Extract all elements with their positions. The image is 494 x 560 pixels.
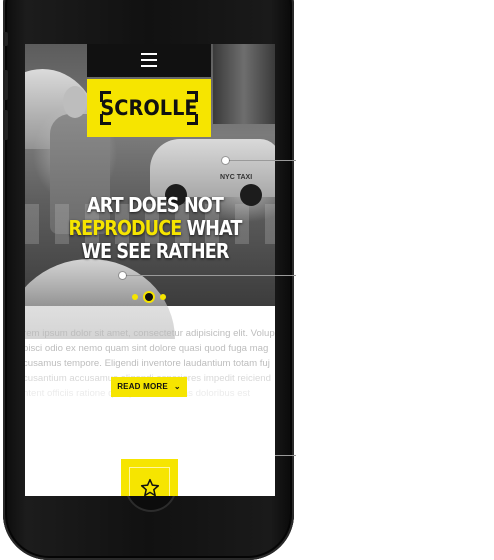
mute-switch <box>3 32 8 46</box>
callout-line-middle <box>123 275 296 276</box>
chevron-down-icon: ⌄ <box>173 382 181 391</box>
headline-highlight: REPRODUCE <box>68 216 182 240</box>
hamburger-menu-icon[interactable] <box>141 53 157 67</box>
phone-screen: NYC TAXI SCROLLE ART DOES NOT REPRODUCE … <box>25 44 275 496</box>
slider-dot-3[interactable] <box>160 294 166 300</box>
star-icon <box>140 478 160 496</box>
taxi-wheel <box>240 184 262 206</box>
logo-text: SCROLLE <box>100 96 198 120</box>
hero-headline: ART DOES NOT REPRODUCE WHAT WE SEE RATHE… <box>67 194 243 263</box>
volume-down-button <box>3 110 8 140</box>
read-more-button[interactable]: READ MORE ⌄ <box>111 377 187 397</box>
headline-line-3: WE SEE RATHER <box>81 239 229 263</box>
body-line: cusamus tempore. Eligendi inventore laud… <box>25 358 270 369</box>
callout-dot-middle <box>119 272 126 279</box>
top-nav-bar <box>87 44 211 77</box>
woman-head <box>63 86 87 118</box>
headline-line-2-rest: WHAT <box>181 216 243 240</box>
callout-dot-top <box>222 157 229 164</box>
headline-line-2: REPRODUCE WHAT <box>67 217 243 240</box>
body-line: pisci odio ex nemo quam sint dolore quas… <box>25 343 269 354</box>
read-more-label: READ MORE <box>117 382 168 391</box>
headline-line-1: ART DOES NOT <box>86 193 224 217</box>
star-feature-button[interactable] <box>121 459 178 496</box>
volume-up-button <box>3 70 8 100</box>
taxi-label: NYC TAXI <box>220 174 253 181</box>
slider-dot-1[interactable] <box>132 294 138 300</box>
body-line: rem ipsum dolor sit amet, consectetur ad… <box>25 328 275 339</box>
callout-line-top <box>226 160 296 161</box>
slider-dot-2-active[interactable] <box>145 293 153 301</box>
callout-line-bottom <box>275 455 296 456</box>
building-pillar <box>213 44 275 124</box>
logo[interactable]: SCROLLE <box>87 79 211 137</box>
